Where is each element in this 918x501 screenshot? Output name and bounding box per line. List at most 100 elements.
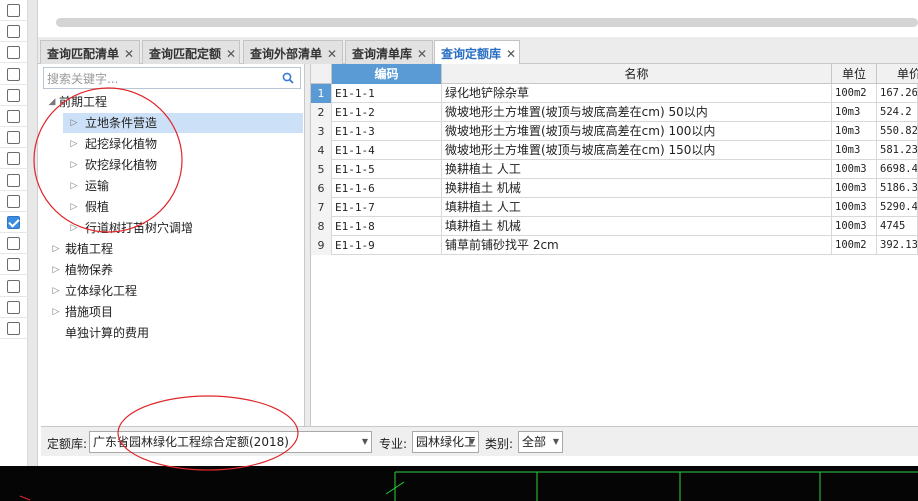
- collapsed-arrow-icon[interactable]: ▷: [69, 155, 79, 175]
- horizontal-scrollbar[interactable]: [56, 18, 918, 27]
- price-cell[interactable]: 581.23: [877, 141, 918, 160]
- checkbox[interactable]: [7, 110, 20, 123]
- name-cell[interactable]: 微坡地形土方堆置(坡顶与坡底高差在cm) 150以内: [442, 141, 832, 160]
- unit-cell[interactable]: 100m3: [832, 217, 877, 236]
- collapsed-arrow-icon[interactable]: ▷: [69, 176, 79, 196]
- collapsed-arrow-icon[interactable]: ▷: [51, 260, 61, 280]
- search-input[interactable]: [47, 70, 275, 87]
- cad-drawing-area[interactable]: [0, 466, 918, 501]
- search-box[interactable]: [43, 67, 301, 89]
- close-icon[interactable]: ✕: [417, 47, 427, 61]
- name-cell[interactable]: 填耕植土 人工: [442, 198, 832, 217]
- checkbox[interactable]: [7, 300, 20, 314]
- checkbox[interactable]: [7, 131, 20, 145]
- tree-node-site-preparation[interactable]: ▷ 立地条件营造: [63, 113, 303, 133]
- code-cell[interactable]: E1-1-1: [332, 84, 442, 103]
- price-cell[interactable]: 524.2: [877, 103, 918, 122]
- tree-node-measures[interactable]: ▷ 措施项目: [47, 302, 287, 322]
- tab-query-external-list[interactable]: 查询外部清单 ✕: [243, 40, 343, 64]
- code-cell[interactable]: E1-1-3: [332, 122, 442, 141]
- name-cell[interactable]: 绿化地铲除杂草: [442, 84, 832, 103]
- unit-cell[interactable]: 10m3: [832, 103, 877, 122]
- tab-query-match-quota[interactable]: 查询匹配定额 ✕: [142, 40, 240, 64]
- checkbox[interactable]: [7, 67, 20, 81]
- dropdown-arrow-icon[interactable]: ▼: [553, 432, 559, 452]
- dropdown-arrow-icon[interactable]: ▼: [469, 432, 475, 452]
- close-icon[interactable]: ✕: [124, 47, 134, 61]
- table-row[interactable]: 4 E1-1-4 微坡地形土方堆置(坡顶与坡底高差在cm) 150以内 10m3 581…: [311, 141, 918, 160]
- collapsed-arrow-icon[interactable]: ▷: [51, 302, 61, 322]
- code-cell[interactable]: E1-1-5: [332, 160, 442, 179]
- price-cell[interactable]: 5290.46: [877, 198, 918, 217]
- unit-cell[interactable]: 10m3: [832, 122, 877, 141]
- checkbox[interactable]: [7, 88, 20, 102]
- collapsed-arrow-icon[interactable]: ▷: [69, 218, 79, 238]
- code-cell[interactable]: E1-1-4: [332, 141, 442, 160]
- close-icon[interactable]: ✕: [226, 47, 236, 61]
- price-cell[interactable]: 392.13: [877, 236, 918, 255]
- unit-cell[interactable]: 100m2: [832, 236, 877, 255]
- tab-query-list-library[interactable]: 查询清单库 ✕: [345, 40, 433, 64]
- checkbox[interactable]: [7, 46, 20, 60]
- table-row[interactable]: 1 E1-1-1 绿化地铲除杂草 100m2 167.26: [311, 84, 918, 103]
- search-icon[interactable]: [282, 72, 294, 84]
- checkbox[interactable]: [7, 4, 20, 17]
- price-cell[interactable]: 167.26: [877, 84, 918, 103]
- collapsed-arrow-icon[interactable]: ▷: [51, 281, 61, 301]
- table-row[interactable]: 7E1-1-7填耕植土 人工100m35290.46: [311, 198, 918, 217]
- close-icon[interactable]: ✕: [506, 47, 516, 61]
- price-cell[interactable]: 6698.44: [877, 160, 918, 179]
- checkbox-checked[interactable]: [7, 216, 20, 229]
- checkbox[interactable]: [7, 173, 20, 187]
- unit-cell[interactable]: 100m3: [832, 160, 877, 179]
- code-cell[interactable]: E1-1-2: [332, 103, 442, 122]
- checkbox[interactable]: [7, 194, 20, 208]
- checkbox[interactable]: [7, 25, 20, 39]
- collapsed-arrow-icon[interactable]: ▷: [69, 113, 79, 133]
- category-select[interactable]: 全部 ▼: [518, 431, 563, 453]
- name-cell[interactable]: 换耕植土 人工: [442, 160, 832, 179]
- collapsed-arrow-icon[interactable]: ▷: [51, 239, 61, 259]
- name-cell[interactable]: 填耕植土 机械: [442, 217, 832, 236]
- close-icon[interactable]: ✕: [327, 47, 337, 61]
- checkbox[interactable]: [7, 237, 20, 251]
- unit-cell[interactable]: 100m3: [832, 179, 877, 198]
- collapsed-arrow-icon[interactable]: ▷: [69, 197, 79, 217]
- tree-node-dig-up-plants[interactable]: ▷ 起挖绿化植物: [63, 134, 303, 154]
- tab-query-match-list[interactable]: 查询匹配清单 ✕: [40, 40, 140, 64]
- header-price[interactable]: 单价: [877, 64, 918, 84]
- code-cell[interactable]: E1-1-9: [332, 236, 442, 255]
- quota-library-select[interactable]: 广东省园林绿化工程综合定额(2018) ▼: [89, 431, 372, 453]
- checkbox[interactable]: [7, 152, 20, 166]
- code-cell[interactable]: E1-1-8: [332, 217, 442, 236]
- tree-node-separate-costs[interactable]: 单独计算的费用: [47, 323, 287, 343]
- tree-node-preliminary-works[interactable]: ◢ 前期工程: [47, 92, 287, 112]
- name-cell[interactable]: 微坡地形土方堆置(坡顶与坡底高差在cm) 50以内: [442, 103, 832, 122]
- price-cell[interactable]: 5186.3: [877, 179, 918, 198]
- tree-node-street-tree-pits[interactable]: ▷ 行道树打苗树穴调增: [63, 218, 303, 238]
- collapsed-arrow-icon[interactable]: ▷: [69, 134, 79, 154]
- header-unit[interactable]: 单位: [832, 64, 877, 84]
- tab-query-quota-library[interactable]: 查询定额库 ✕: [434, 40, 520, 65]
- name-cell[interactable]: 换耕植土 机械: [442, 179, 832, 198]
- table-row[interactable]: 6 E1-1-6 换耕植土 机械 100m3 5186.3: [311, 179, 918, 198]
- checkbox[interactable]: [7, 279, 20, 293]
- tree-node-vertical-greening[interactable]: ▷ 立体绿化工程: [47, 281, 287, 301]
- checkbox[interactable]: [7, 322, 20, 335]
- checkbox[interactable]: [7, 258, 20, 272]
- tree-node-heel-in[interactable]: ▷ 假植: [63, 197, 303, 217]
- code-cell[interactable]: E1-1-7: [332, 198, 442, 217]
- tree-node-plant-maintenance[interactable]: ▷ 植物保养: [47, 260, 287, 280]
- dropdown-arrow-icon[interactable]: ▼: [362, 432, 368, 452]
- table-row[interactable]: 9 E1-1-9 铺草前铺砂找平 2cm 100m2 392.13: [311, 236, 918, 255]
- expanded-arrow-icon[interactable]: ◢: [47, 92, 57, 112]
- table-row[interactable]: 8 E1-1-8 填耕植土 机械 100m3 4745: [311, 217, 918, 236]
- name-cell[interactable]: 铺草前铺砂找平 2cm: [442, 236, 832, 255]
- unit-cell[interactable]: 100m3: [832, 198, 877, 217]
- header-name[interactable]: 名称: [442, 64, 832, 84]
- unit-cell[interactable]: 100m2: [832, 84, 877, 103]
- tree-node-transport[interactable]: ▷ 运输: [63, 176, 303, 196]
- tree-node-planting-works[interactable]: ▷ 栽植工程: [47, 239, 287, 259]
- name-cell[interactable]: 微坡地形土方堆置(坡顶与坡底高差在cm) 100以内: [442, 122, 832, 141]
- price-cell[interactable]: 4745: [877, 217, 918, 236]
